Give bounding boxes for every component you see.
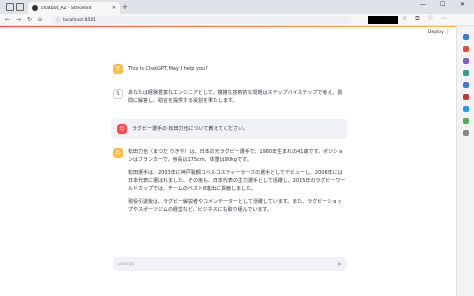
tab-chatbot[interactable]: chatbot_AZ · Streamlit ✕ (28, 2, 120, 14)
reload-button[interactable]: ↻ (27, 15, 32, 25)
message-paragraph: 現役引退後は、ラグビー解説者やコメンテーターとして活躍しています。また、ラグビー… (128, 199, 343, 213)
tab-close-icon[interactable]: ✕ (112, 5, 116, 11)
assistant-avatar-icon: ☺ (113, 148, 123, 158)
sidebar-shopping-icon[interactable] (463, 46, 469, 52)
message-text: ラグビー選手の 松田力也について教えてください。 (132, 125, 248, 133)
chat-input-container: ➤ (113, 257, 347, 271)
toolbar-icons[interactable]: ☆ ⧉ ♡ ⋯ (402, 15, 450, 23)
streamlit-favicon-icon (32, 5, 38, 11)
message-paragraph: This is ChatGPT,May I help you? (128, 66, 208, 72)
sidebar-outlook-icon[interactable] (463, 94, 469, 100)
sidebar-office-icon[interactable] (463, 82, 469, 88)
minimize-button[interactable]: — (420, 1, 426, 8)
assistant-avatar-icon: ☺ (113, 64, 123, 74)
chat-message-user: ☺ ラグビー選手の 松田力也について教えてください。 (111, 119, 347, 139)
message-paragraph: ラグビー選手の 松田力也について教えてください。 (132, 126, 249, 132)
tab-title: chatbot_AZ · Streamlit (41, 5, 92, 11)
deploy-button[interactable]: Deploy (428, 30, 444, 35)
message-paragraph: あなたは経験豊富なエンジニアとして、複雑な技術的な問題はステップバイステップで考… (128, 90, 343, 104)
message-paragraph: 松田力也（まつだ りきや）は、日本の元ラグビー選手で、1980年生まれの41歳で… (128, 149, 343, 163)
chat-message-system: S あなたは経験豊富なエンジニアとして、複雑な技術的な問題はステップバイステップ… (113, 89, 347, 110)
navigation-bar: ← → ↻ ⌂ ⓘ localhost:8501 ☆ ⧉ ♡ ⋯ (0, 14, 474, 26)
system-avatar-icon: S (113, 89, 123, 99)
redacted-area (368, 16, 398, 24)
streamlit-app: Deploy ⋮ ☺ This is ChatGPT,May I help yo… (0, 27, 456, 296)
forward-button[interactable]: → (16, 15, 21, 25)
site-info-icon[interactable]: ⓘ (56, 17, 60, 23)
home-button[interactable]: ⌂ (38, 15, 42, 25)
send-icon[interactable]: ➤ (337, 261, 342, 268)
workspaces-icon[interactable] (6, 3, 14, 11)
address-bar[interactable]: ⓘ localhost:8501 (52, 16, 352, 24)
message-text: あなたは経験豊富なエンジニアとして、複雑な技術的な問題はステップバイステップで考… (128, 89, 347, 110)
message-paragraph: 松田選手は、2003年に神戸製鋼コベルコスティーラーズの選手としてデビューし、2… (128, 170, 346, 192)
message-text: This is ChatGPT,May I help you? (128, 65, 208, 78)
sidebar-add-icon[interactable] (463, 130, 469, 136)
main-menu-icon[interactable]: ⋮ (445, 28, 451, 35)
chat-message-assistant: ☺ 松田力也（まつだ りきや）は、日本の元ラグビー選手で、1980年生まれの41… (113, 148, 347, 219)
sidebar-tools-icon[interactable] (463, 58, 469, 64)
browser-window: chatbot_AZ · Streamlit ✕ + — ☐ ✕ ← → ↻ ⌂… (0, 0, 474, 296)
sidebar-bing-icon[interactable] (463, 106, 469, 112)
message-text: 松田力也（まつだ りきや）は、日本の元ラグビー選手で、1980年生まれの41歳で… (128, 148, 347, 219)
tab-bar: chatbot_AZ · Streamlit ✕ + — ☐ ✕ (0, 0, 474, 14)
chat-message-assistant: ☺ This is ChatGPT,May I help you? (113, 64, 347, 78)
sidebar-drop-icon[interactable] (463, 118, 469, 124)
maximize-button[interactable]: ☐ (440, 1, 445, 8)
url-text: localhost:8501 (63, 17, 97, 23)
new-tab-button[interactable]: + (122, 3, 128, 12)
user-avatar-icon: ☺ (117, 124, 127, 134)
close-window-button[interactable]: ✕ (460, 1, 465, 8)
sidebar-search-icon[interactable] (463, 34, 469, 40)
tab-actions-icon[interactable] (16, 3, 24, 11)
prompt-input[interactable] (118, 261, 337, 267)
sidebar-games-icon[interactable] (463, 70, 469, 76)
edge-sidebar (456, 26, 474, 296)
back-button[interactable]: ← (5, 15, 10, 25)
